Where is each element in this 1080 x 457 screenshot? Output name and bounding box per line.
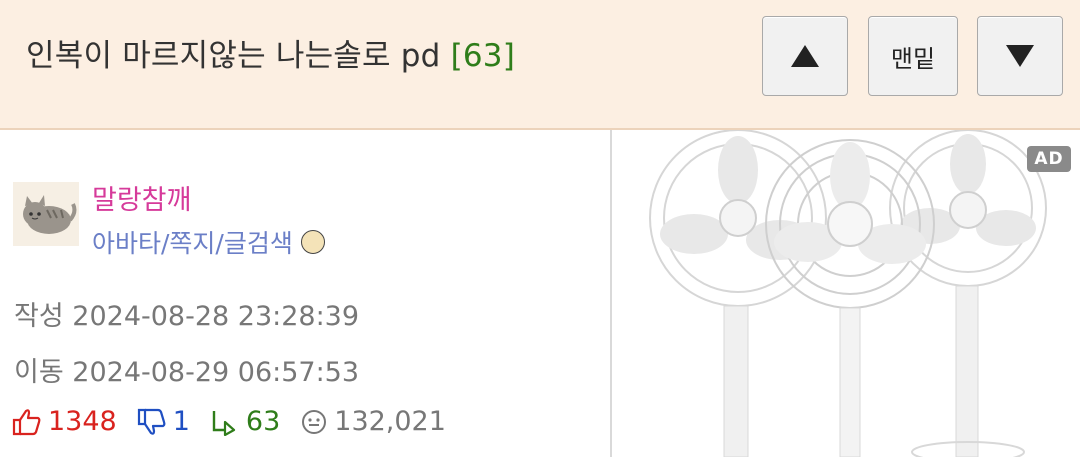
- reply-stat-count: 63: [245, 406, 281, 437]
- reply-count[interactable]: [63]: [451, 38, 515, 74]
- author-links[interactable]: 아바타/쪽지/글검색: [92, 224, 325, 260]
- arrow-up-icon: [791, 45, 819, 67]
- avatar[interactable]: [13, 182, 79, 246]
- view-count: 132,021: [334, 406, 446, 437]
- post-header: 인복이 마르지않는 나는솔로 pd [63] 맨밑: [0, 0, 1080, 130]
- created-label: 작성: [14, 301, 64, 332]
- view-stat: 132,021: [300, 406, 446, 437]
- created-time: 작성 2024-08-28 23:28:39: [14, 294, 359, 333]
- post-title: 인복이 마르지않는 나는솔로 pd [63]: [26, 30, 515, 75]
- moved-time: 이동 2024-08-29 06:57:53: [14, 350, 359, 389]
- reply-stat[interactable]: 63: [210, 406, 280, 437]
- upvote-stat[interactable]: 1348: [12, 406, 117, 437]
- arrow-down-icon: [1006, 45, 1034, 67]
- cat-avatar-icon: [13, 182, 79, 246]
- post-title-text: 인복이 마르지않는 나는솔로 pd: [26, 38, 441, 74]
- created-value: 2024-08-28 23:28:39: [72, 301, 360, 332]
- scroll-down-button[interactable]: [977, 16, 1063, 96]
- thumbs-down-icon: [137, 408, 166, 435]
- moved-label: 이동: [14, 357, 64, 388]
- scroll-bottom-button[interactable]: 맨밑: [868, 16, 958, 96]
- moved-value: 2024-08-29 06:57:53: [72, 357, 360, 388]
- electric-fan-ad-image: [612, 130, 1080, 457]
- scroll-up-button[interactable]: [762, 16, 848, 96]
- reply-arrow-icon: [212, 410, 236, 436]
- smiley-icon: [302, 409, 327, 434]
- upvote-count: 1348: [48, 406, 117, 437]
- ad-badge: AD: [1027, 146, 1071, 172]
- downvote-stat[interactable]: 1: [137, 406, 190, 437]
- ad-banner[interactable]: [612, 130, 1080, 457]
- downvote-count: 1: [172, 406, 190, 437]
- author-links-text[interactable]: 아바타/쪽지/글검색: [92, 229, 293, 258]
- level-badge-icon: [300, 230, 325, 254]
- thumbs-up-icon: [12, 408, 41, 435]
- post-stats: 1348 1 63 132,021: [12, 406, 466, 437]
- author-nickname[interactable]: 말랑참깨: [92, 178, 191, 217]
